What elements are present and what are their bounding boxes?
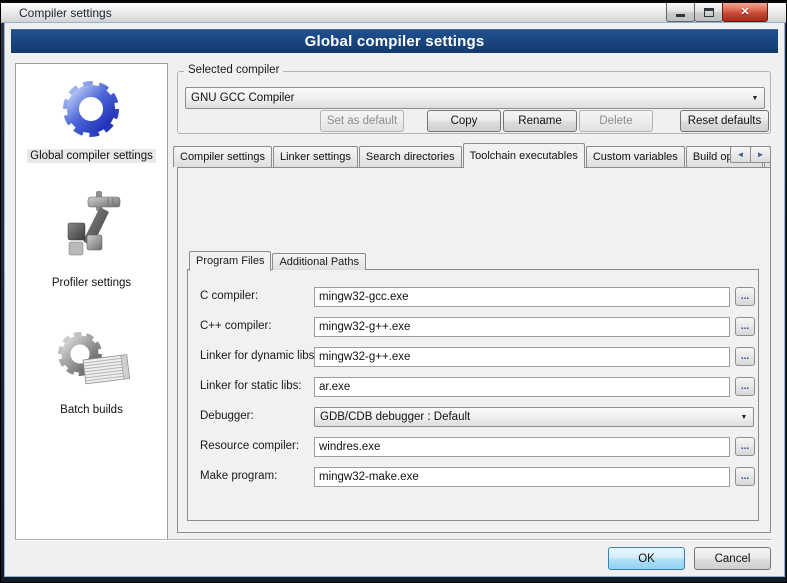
- close-button[interactable]: ✕: [722, 3, 768, 22]
- resource-compiler-label: Resource compiler:: [200, 440, 299, 452]
- maximize-button[interactable]: [694, 3, 723, 22]
- caliper-icon: [56, 189, 126, 269]
- debugger-label: Debugger:: [200, 410, 254, 422]
- close-icon: ✕: [740, 4, 749, 21]
- dynamic-linker-browse-button[interactable]: ...: [735, 347, 755, 366]
- sidebar-item-profiler-settings[interactable]: Profiler settings: [49, 189, 134, 290]
- tab-scroll-buttons: ◄ ►: [731, 146, 771, 163]
- set-as-default-button[interactable]: Set as default: [320, 110, 404, 132]
- window-controls: ✕: [667, 3, 768, 22]
- tab-compiler-settings[interactable]: Compiler settings: [173, 146, 272, 167]
- dialog-header-title: Global compiler settings: [305, 33, 485, 50]
- sidebar: Global compiler settings: [15, 63, 168, 540]
- program-files-panel: C compiler: ... C++ compiler: ... Linker…: [187, 269, 759, 521]
- make-program-label: Make program:: [200, 470, 277, 482]
- gear-batch-icon: [50, 326, 134, 396]
- rename-button[interactable]: Rename: [503, 110, 577, 132]
- minimize-button[interactable]: [666, 3, 695, 22]
- debugger-dropdown[interactable]: GDB/CDB debugger : Default ▼: [314, 407, 754, 427]
- c-compiler-browse-button[interactable]: ...: [735, 287, 755, 306]
- static-linker-input[interactable]: [314, 377, 730, 397]
- tab-scroll-left-icon[interactable]: ◄: [730, 146, 751, 163]
- tab-linker-settings[interactable]: Linker settings: [273, 146, 358, 167]
- c-compiler-input[interactable]: [314, 287, 730, 307]
- tab-toolchain-executables[interactable]: Toolchain executables: [463, 143, 585, 168]
- titlebar[interactable]: Compiler settings ✕: [1, 1, 786, 23]
- sidebar-item-batch-builds[interactable]: Batch builds: [50, 326, 134, 417]
- sidebar-item-global-compiler-settings[interactable]: Global compiler settings: [27, 76, 156, 163]
- footer-divider: [15, 539, 771, 541]
- selected-compiler-dropdown[interactable]: GNU GCC Compiler ▼: [185, 87, 765, 109]
- subtab-program-files[interactable]: Program Files: [189, 251, 271, 271]
- maximize-icon: [704, 8, 714, 17]
- c-compiler-label: C compiler:: [200, 290, 258, 302]
- compiler-settings-window: Compiler settings ✕ Global compiler sett…: [0, 0, 787, 583]
- selected-compiler-value: GNU GCC Compiler: [186, 92, 746, 104]
- cpp-compiler-label: C++ compiler:: [200, 320, 272, 332]
- static-linker-label: Linker for static libs:: [200, 380, 302, 392]
- tab-search-directories[interactable]: Search directories: [359, 146, 462, 167]
- static-linker-browse-button[interactable]: ...: [735, 377, 755, 396]
- tab-scroll-right-icon[interactable]: ►: [750, 146, 771, 163]
- copy-button[interactable]: Copy: [427, 110, 501, 132]
- window-title: Compiler settings: [19, 6, 112, 20]
- chevron-down-icon: ▼: [735, 414, 753, 421]
- reset-defaults-button[interactable]: Reset defaults: [680, 110, 769, 132]
- chevron-down-icon: ▼: [746, 95, 764, 102]
- gear-blue-icon: [56, 76, 126, 142]
- dynamic-linker-input[interactable]: [314, 347, 730, 367]
- cpp-compiler-input[interactable]: [314, 317, 730, 337]
- subtab-additional-paths[interactable]: Additional Paths: [272, 253, 366, 270]
- cancel-button[interactable]: Cancel: [694, 547, 771, 570]
- minimize-icon: [676, 14, 685, 17]
- sidebar-item-label: Profiler settings: [49, 276, 134, 290]
- dialog-body: Global compiler settings Global compiler…: [5, 23, 784, 576]
- resource-compiler-input[interactable]: [314, 437, 730, 457]
- resource-compiler-browse-button[interactable]: ...: [735, 437, 755, 456]
- dialog-header: Global compiler settings: [11, 29, 778, 53]
- cpp-compiler-browse-button[interactable]: ...: [735, 317, 755, 336]
- ok-button[interactable]: OK: [608, 547, 685, 570]
- tabstrip: Compiler settings Linker settings Search…: [173, 144, 772, 167]
- selected-compiler-group-label: Selected compiler: [184, 64, 283, 76]
- make-program-browse-button[interactable]: ...: [735, 467, 755, 486]
- tab-custom-variables[interactable]: Custom variables: [586, 146, 685, 167]
- selected-compiler-group: Selected compiler GNU GCC Compiler ▼ Set…: [177, 71, 771, 134]
- sidebar-item-label: Global compiler settings: [27, 149, 156, 163]
- subtabstrip: Program Files Additional Paths: [189, 251, 367, 270]
- sidebar-item-label: Batch builds: [57, 403, 126, 417]
- delete-button[interactable]: Delete: [579, 110, 653, 132]
- debugger-value: GDB/CDB debugger : Default: [315, 411, 735, 423]
- make-program-input[interactable]: [314, 467, 730, 487]
- dynamic-linker-label: Linker for dynamic libs:: [200, 350, 318, 362]
